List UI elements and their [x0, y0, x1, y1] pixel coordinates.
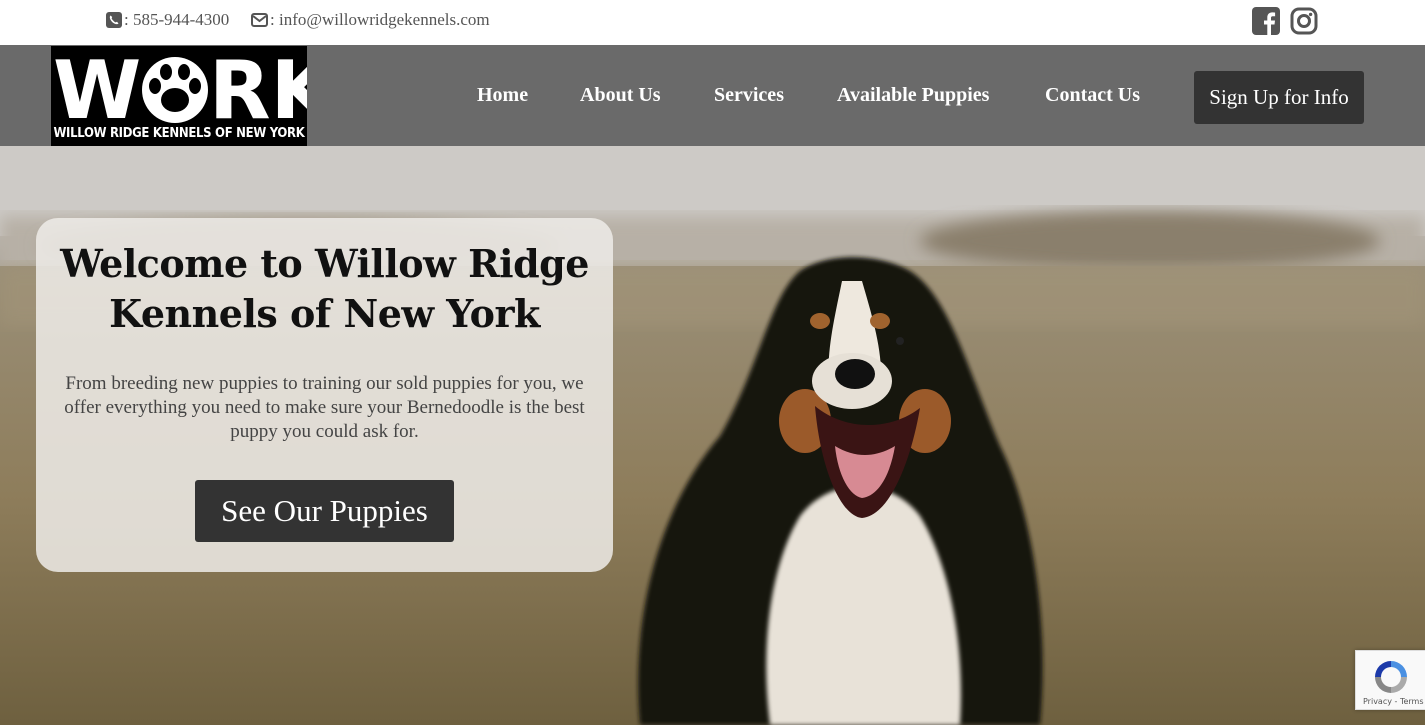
site-logo[interactable]: W RK WILLOW RIDGE KENNELS OF NEW YORK	[51, 46, 307, 146]
logo-letters-rk: RK	[209, 48, 307, 124]
email-contact[interactable]: : info@willowridgekennels.com	[251, 10, 490, 30]
nav-about-us[interactable]: About Us	[580, 84, 661, 107]
see-puppies-button[interactable]: See Our Puppies	[195, 480, 454, 542]
logo-letter-w: W	[53, 48, 141, 124]
email-address: : info@willowridgekennels.com	[270, 10, 490, 29]
hero-section: Welcome to Willow Ridge Kennels of New Y…	[0, 146, 1425, 725]
recaptcha-badge[interactable]: Privacy - Terms	[1355, 650, 1425, 710]
nav-contact-us[interactable]: Contact Us	[1045, 84, 1140, 107]
logo-subtitle: WILLOW RIDGE KENNELS OF NEW YORK	[53, 126, 305, 141]
signup-button[interactable]: Sign Up for Info	[1194, 71, 1364, 124]
recaptcha-privacy-terms[interactable]: Privacy - Terms	[1363, 697, 1424, 706]
facebook-icon[interactable]	[1252, 7, 1280, 35]
phone-square-icon	[106, 12, 122, 28]
recaptcha-icon	[1375, 661, 1407, 693]
phone-number: : 585-944-4300	[124, 10, 230, 29]
hero-title: Welcome to Willow Ridge Kennels of New Y…	[60, 241, 589, 336]
nav-home[interactable]: Home	[477, 84, 528, 107]
envelope-icon	[251, 13, 268, 27]
nav-services[interactable]: Services	[714, 84, 784, 107]
instagram-icon[interactable]	[1290, 7, 1318, 35]
nav-available-puppies[interactable]: Available Puppies	[837, 84, 989, 107]
paw-print-icon	[142, 57, 208, 123]
hero-description: From breeding new puppies to training ou…	[64, 373, 585, 442]
welcome-card: Welcome to Willow Ridge Kennels of New Y…	[36, 218, 613, 572]
logo-wordmark: W RK	[53, 48, 307, 124]
contact-bar: : 585-944-4300 : info@willowridgekennels…	[0, 0, 1425, 45]
phone-contact[interactable]: : 585-944-4300	[106, 10, 229, 30]
